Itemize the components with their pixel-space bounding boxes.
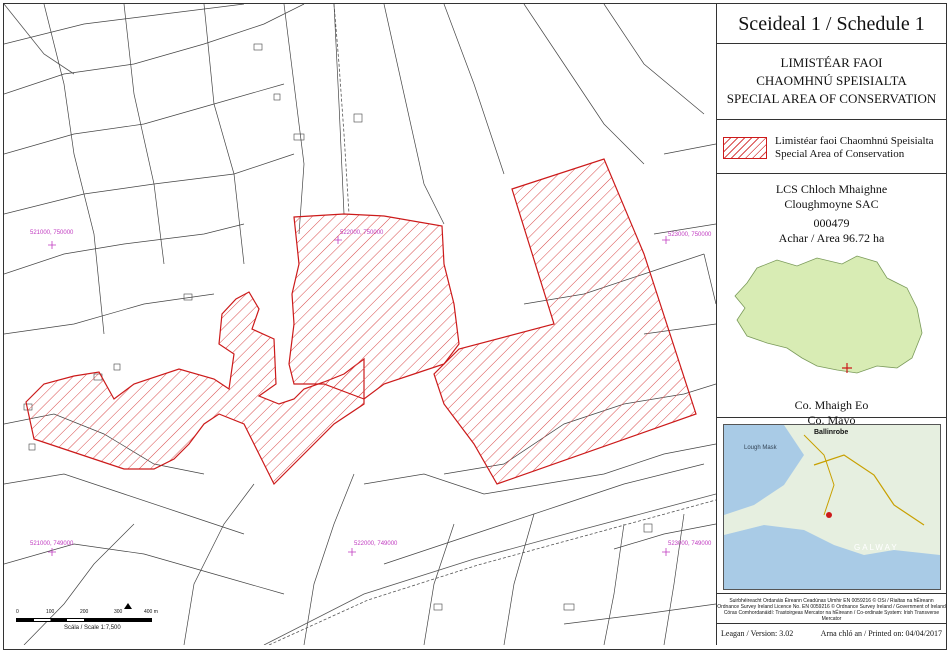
footer: Leagan / Version: 3.02 Arna chló an / Pr…	[717, 624, 946, 645]
version-label: Leagan / Version: 3.02	[721, 629, 794, 638]
designation-box: LIMISTÉAR FAOI CHAOMHNÚ SPEISIALTA SPECI…	[717, 44, 946, 120]
grid-label-nc: 522000, 750000	[340, 230, 384, 236]
designation-line1: LIMISTÉAR FAOI	[780, 55, 883, 70]
legend: Limistéar faoi Chaomhnú Speisialta Speci…	[717, 120, 946, 174]
sac-polygon-north[interactable]	[288, 213, 460, 400]
sac-boundary[interactable]	[25, 158, 697, 486]
scale-tick: 200	[80, 609, 89, 615]
legend-label-irish: Limistéar faoi Chaomhnú Speisialta	[775, 135, 934, 147]
site-info: LCS Chloch Mhaighne Cloughmoyne SAC 0004…	[717, 174, 946, 427]
schedule-title: Sceideal 1 / Schedule 1	[717, 4, 946, 44]
county-irish: Co. Mhaigh Eo	[794, 398, 869, 412]
inset-county-label: GALWAY	[854, 543, 899, 552]
inset-town-label: Ballinrobe	[814, 429, 849, 436]
site-name-irish: LCS Chloch Mhaighne	[775, 182, 888, 196]
county-mayo-shape	[734, 255, 923, 374]
inset-lake-label: Lough Mask	[744, 445, 777, 451]
print-date: Arna chló an / Printed on: 04/04/2017	[820, 629, 942, 638]
designation-line2: CHAOMHNÚ SPEISIALTA	[756, 73, 907, 88]
scale-tick: 400 m	[144, 609, 158, 615]
inset-map-frame[interactable]: Ballinrobe Lough Mask GALWAY	[723, 424, 941, 590]
site-code: 000479	[813, 216, 850, 230]
grid-label-se: 523000, 749000	[668, 541, 712, 547]
scale-tick: 0	[16, 609, 19, 615]
map-canvas	[4, 4, 716, 645]
county-locator-map	[734, 255, 923, 374]
site-area: Achar / Area 96.72 ha	[778, 231, 885, 245]
scale-label: Scála / Scale 1:7,500	[64, 625, 121, 631]
main-map[interactable]: 521000, 750000 522000, 750000 523000, 75…	[4, 4, 717, 645]
legend-label-english: Special Area of Conservation	[775, 148, 905, 160]
scale-graphic	[16, 618, 152, 622]
scale-bar: 0 100 200 300 400 m Scála / Scale 1:7,50…	[16, 609, 166, 635]
grid-label-sw: 521000, 749000	[30, 541, 74, 547]
credit-line: Córas Comhordanáidí: Trastoirgeas Mercat…	[723, 610, 940, 622]
grid-label-sc: 522000, 749000	[354, 541, 398, 547]
site-name-english: Cloughmoyne SAC	[784, 197, 879, 211]
scale-tick: 300	[114, 609, 123, 615]
scale-tick: 100	[46, 609, 55, 615]
sac-legend-swatch	[723, 137, 767, 159]
grid-label-ne: 523000, 750000	[668, 232, 712, 238]
credits: Suirbhéireacht Ordanáis Éireann Ceadúnas…	[717, 594, 946, 624]
sac-polygon-east[interactable]	[433, 158, 697, 485]
designation-line3: SPECIAL AREA OF CONSERVATION	[726, 91, 937, 106]
inset-map: Ballinrobe Lough Mask GALWAY	[717, 418, 946, 594]
info-panel: Sceideal 1 / Schedule 1 LIMISTÉAR FAOI C…	[717, 4, 946, 645]
grid-label-nw: 521000, 750000	[30, 230, 74, 236]
